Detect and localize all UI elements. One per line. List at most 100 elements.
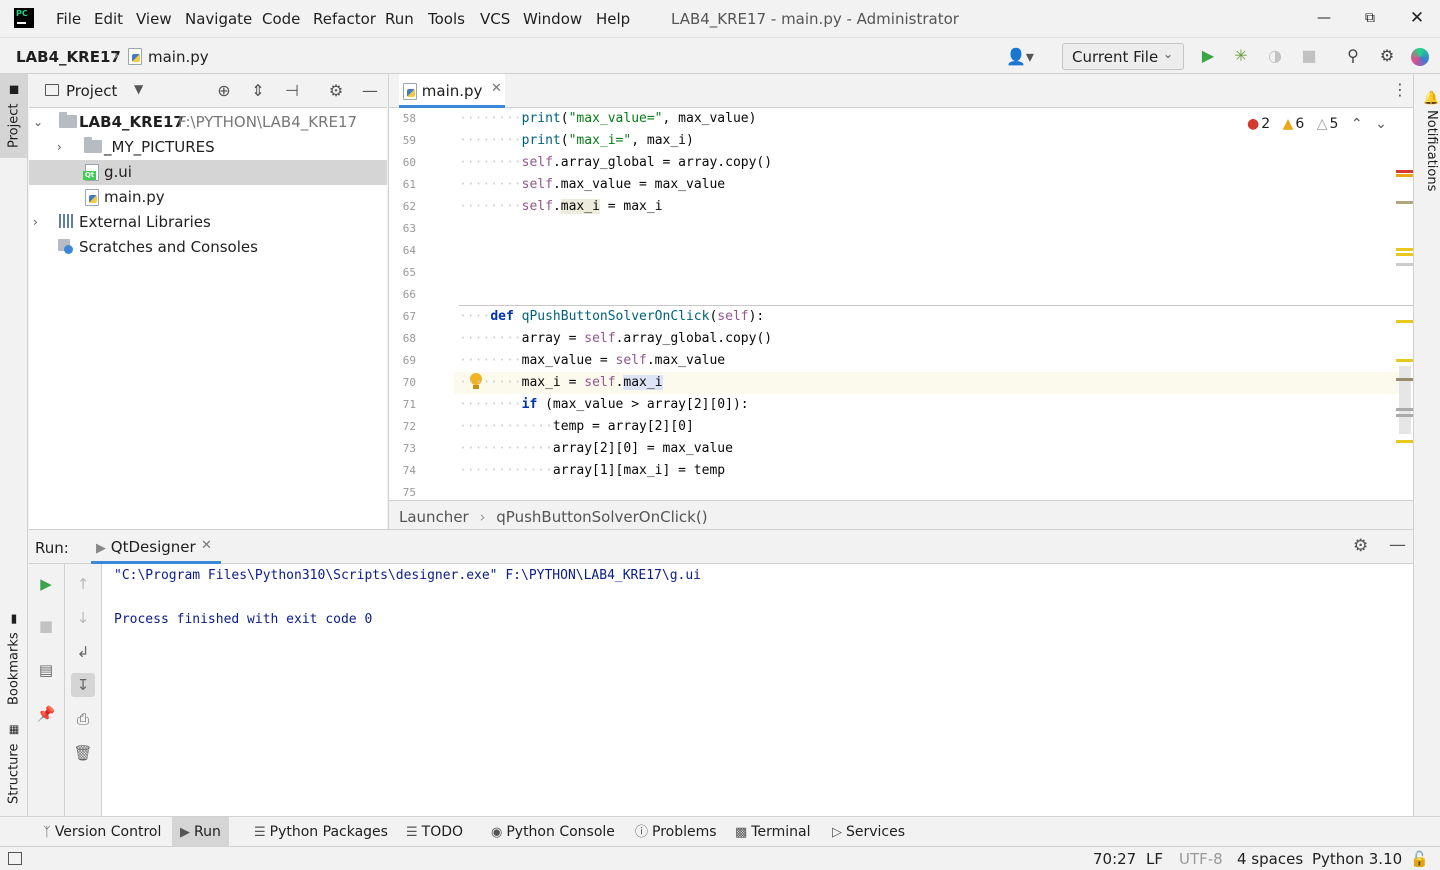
minimize-window-button[interactable]: —: [1310, 4, 1338, 32]
menu-vcs[interactable]: VCS: [480, 10, 510, 28]
warning-mark[interactable]: [1396, 248, 1413, 251]
menu-file[interactable]: File: [56, 10, 81, 28]
caret-position[interactable]: 70:27: [1093, 850, 1136, 868]
debug-bug-icon[interactable]: ✳: [1231, 46, 1251, 66]
tab-todo[interactable]: ☰ TODO: [398, 817, 471, 847]
chevron-down-icon[interactable]: ⌄: [1375, 116, 1387, 132]
lock-icon[interactable]: 🔓: [1410, 850, 1429, 868]
line-separator[interactable]: LF: [1146, 850, 1163, 868]
tree-item-g-ui[interactable]: g.ui: [29, 160, 387, 185]
locate-file-icon[interactable]: ⊕: [213, 80, 235, 102]
close-icon[interactable]: ✕: [201, 538, 212, 553]
print-icon[interactable]: ⎙: [71, 707, 95, 731]
tool-tab-project[interactable]: Project ■: [0, 74, 28, 158]
breadcrumb-file[interactable]: main.py: [148, 48, 209, 66]
chevron-right-icon[interactable]: ›: [57, 135, 62, 160]
tab-terminal[interactable]: ▩ Terminal: [727, 817, 818, 847]
rerun-icon[interactable]: ▶: [34, 572, 58, 596]
chevron-down-icon[interactable]: ▼: [134, 82, 143, 96]
menu-navigate[interactable]: Navigate: [185, 10, 252, 28]
weak-mark[interactable]: [1396, 414, 1413, 417]
tab-run[interactable]: ▶ Run: [172, 817, 229, 847]
tool-tab-bookmarks[interactable]: Bookmarks ▮: [0, 609, 28, 709]
close-window-button[interactable]: ✕: [1403, 4, 1431, 32]
warning-mark[interactable]: [1396, 174, 1413, 177]
console-output[interactable]: "C:\Program Files\Python310\Scripts\desi…: [114, 564, 1404, 817]
gear-icon[interactable]: ⚙: [325, 80, 347, 102]
code-line: ········max_i = self.max_i: [459, 375, 663, 390]
menu-view[interactable]: View: [136, 10, 172, 28]
user-account-icon[interactable]: 👤▾: [1006, 47, 1034, 66]
menu-tools[interactable]: Tools: [428, 10, 465, 28]
expand-all-icon[interactable]: ⇕: [247, 80, 269, 102]
usage-mark[interactable]: [1396, 378, 1413, 381]
menu-code[interactable]: Code: [262, 10, 300, 28]
chevron-right-icon[interactable]: ›: [33, 210, 38, 235]
usage-mark[interactable]: [1396, 201, 1413, 204]
gear-icon[interactable]: ⚙: [1353, 536, 1368, 556]
tree-item-my-pictures[interactable]: › _MY_PICTURES: [29, 135, 387, 160]
code-editor[interactable]: 58 59 60 61 62 63 64 65 66 67 68 69 70 7…: [388, 108, 1413, 500]
scrollbar-thumb[interactable]: [1399, 366, 1411, 434]
breadcrumb-method[interactable]: qPushButtonSolverOnClick(): [496, 508, 707, 526]
menu-window[interactable]: Window: [523, 10, 582, 28]
editor-tab-main-py[interactable]: main.py ✕: [399, 74, 505, 108]
inspection-widget[interactable]: ● 2 ▲ 6 △ 5 ⌃ ⌄: [1247, 116, 1395, 136]
python-interpreter[interactable]: Python 3.10: [1312, 850, 1402, 868]
file-encoding[interactable]: UTF-8: [1179, 850, 1223, 868]
breadcrumb-class[interactable]: Launcher: [399, 508, 469, 526]
tab-services[interactable]: ▷ Services: [824, 817, 913, 847]
jetbrains-plugin-icon[interactable]: [1411, 48, 1429, 66]
tree-item-external-libraries[interactable]: › External Libraries: [29, 210, 387, 235]
weak-mark[interactable]: [1396, 408, 1413, 411]
tab-version-control[interactable]: ᛉ Version Control: [35, 817, 169, 847]
tree-item-scratches[interactable]: Scratches and Consoles: [29, 235, 387, 260]
collapse-all-icon[interactable]: ⊣: [281, 80, 303, 102]
chevron-down-icon[interactable]: ⌄: [33, 110, 43, 135]
line-number: 70: [402, 376, 416, 389]
scroll-to-end-icon[interactable]: ↧: [71, 673, 95, 697]
weak-mark[interactable]: [1396, 263, 1413, 266]
tool-tab-notifications[interactable]: 🔔 Notifications: [1417, 86, 1439, 196]
pin-icon[interactable]: 📌: [34, 702, 58, 726]
gear-icon[interactable]: ⚙: [1377, 46, 1397, 66]
warning-mark[interactable]: [1396, 253, 1413, 256]
warning-mark[interactable]: [1396, 440, 1413, 443]
stop-icon[interactable]: ■: [34, 614, 58, 638]
chevron-up-icon[interactable]: ⌃: [1351, 116, 1363, 132]
close-icon[interactable]: ✕: [491, 81, 502, 96]
indent-setting[interactable]: 4 spaces: [1237, 850, 1303, 868]
stop-icon[interactable]: ■: [1299, 46, 1319, 66]
project-panel-title[interactable]: Project: [66, 82, 117, 100]
error-mark[interactable]: [1396, 170, 1413, 173]
error-stripe[interactable]: [1396, 108, 1413, 500]
search-icon[interactable]: ⚲: [1343, 46, 1363, 66]
tab-problems[interactable]: ⓘ Problems: [627, 817, 725, 847]
menu-run[interactable]: Run: [385, 10, 414, 28]
breadcrumb-project[interactable]: LAB4_KRE17: [16, 48, 121, 66]
arrow-down-icon[interactable]: ↓: [71, 606, 95, 630]
more-vertical-icon[interactable]: ⋮: [1392, 80, 1408, 99]
warning-mark[interactable]: [1396, 320, 1413, 323]
arrow-up-icon[interactable]: ↑: [71, 572, 95, 596]
tree-item-project-root[interactable]: ⌄ LAB4_KRE17 F:\PYTHON\LAB4_KRE17: [29, 110, 387, 135]
tool-tab-structure[interactable]: Structure ▦: [0, 719, 28, 809]
run-with-coverage-icon[interactable]: ◑: [1265, 46, 1285, 66]
tree-item-main-py[interactable]: main.py: [29, 185, 387, 210]
menu-refactor[interactable]: Refactor: [313, 10, 376, 28]
run-button[interactable]: ▶: [1198, 46, 1218, 66]
toggle-panels-icon[interactable]: [8, 852, 22, 865]
hide-panel-icon[interactable]: —: [359, 80, 381, 102]
soft-wrap-icon[interactable]: ↲: [71, 640, 95, 664]
layout-icon[interactable]: ▤: [34, 658, 58, 682]
run-tab-qtdesigner[interactable]: ▶ QtDesigner ✕: [91, 530, 221, 564]
hide-panel-icon[interactable]: —: [1389, 535, 1406, 555]
menu-help[interactable]: Help: [596, 10, 630, 28]
tab-python-console[interactable]: ◉ Python Console: [483, 817, 623, 847]
tab-python-packages[interactable]: ☰ Python Packages: [246, 817, 396, 847]
trash-icon[interactable]: 🗑: [71, 741, 95, 765]
maximize-window-button[interactable]: ⧉: [1356, 4, 1384, 32]
run-configuration-select[interactable]: Current File ⌄: [1062, 43, 1184, 70]
warning-mark[interactable]: [1396, 359, 1413, 362]
menu-edit[interactable]: Edit: [94, 10, 123, 28]
